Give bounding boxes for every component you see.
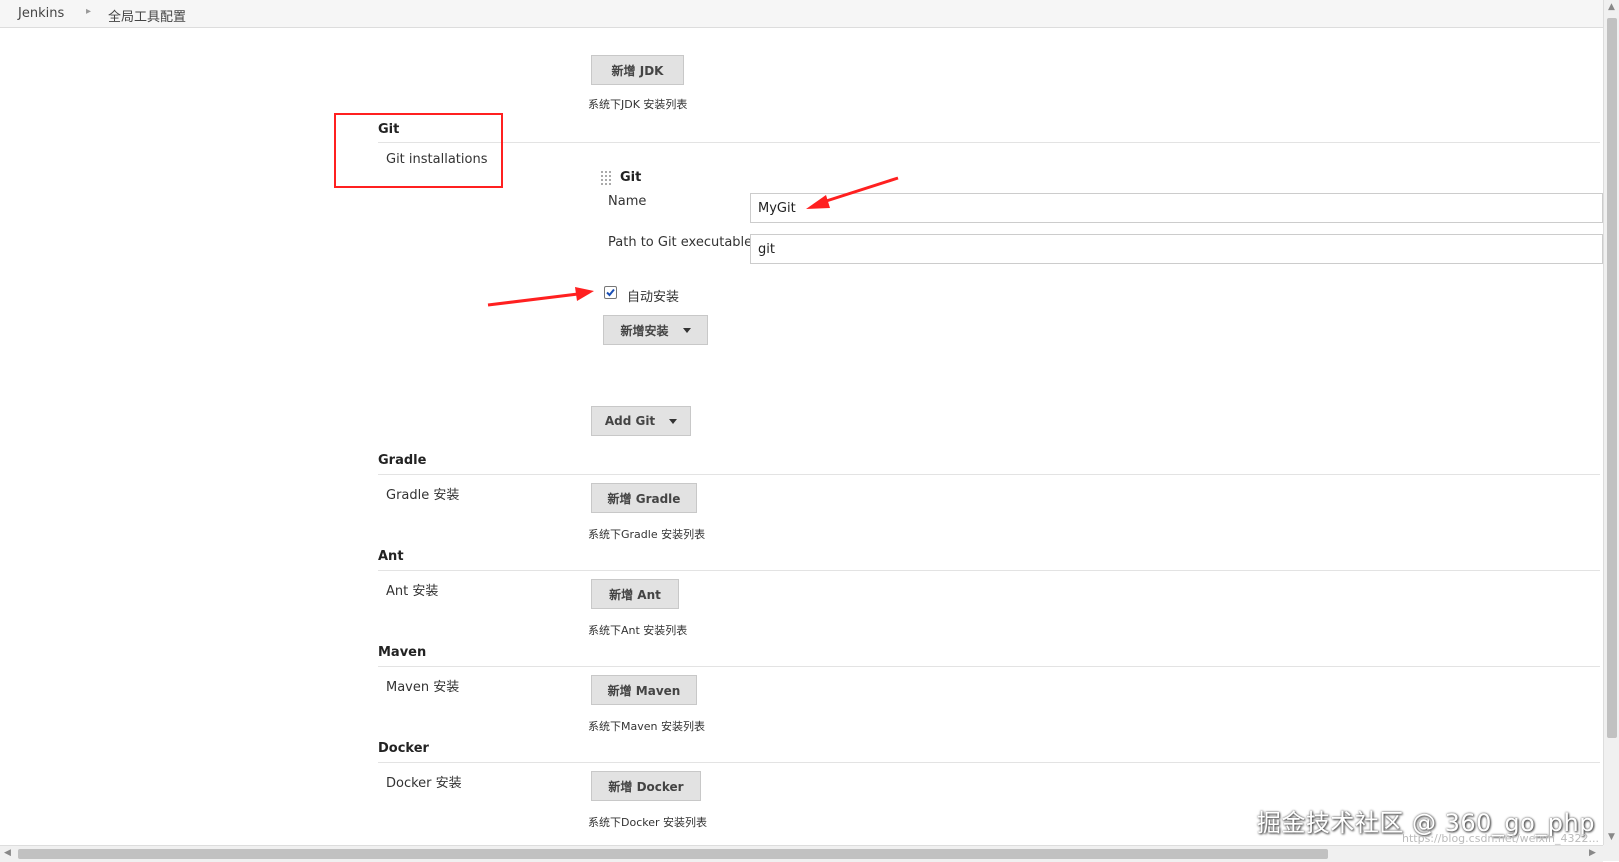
- vertical-scroll-thumb[interactable]: [1607, 18, 1617, 738]
- annotation-arrows: [487, 176, 899, 307]
- annotation-arrow-name: [806, 176, 899, 209]
- scrollbar-corner: [1603, 845, 1619, 861]
- scroll-down-icon[interactable]: ▼: [1608, 832, 1615, 842]
- scroll-up-icon[interactable]: ▲: [1608, 2, 1615, 12]
- annotation-arrow-checkbox: [487, 287, 594, 307]
- horizontal-scrollbar[interactable]: ◀ ▶: [0, 845, 1603, 862]
- vertical-scrollbar[interactable]: ▲ ▼: [1603, 0, 1619, 845]
- scroll-left-icon[interactable]: ◀: [4, 848, 11, 858]
- horizontal-scroll-thumb[interactable]: [18, 849, 1328, 859]
- scroll-right-icon[interactable]: ▶: [1589, 848, 1596, 858]
- watermark-url: https://blog.csdn.net/weixin_4322...: [1401, 832, 1599, 845]
